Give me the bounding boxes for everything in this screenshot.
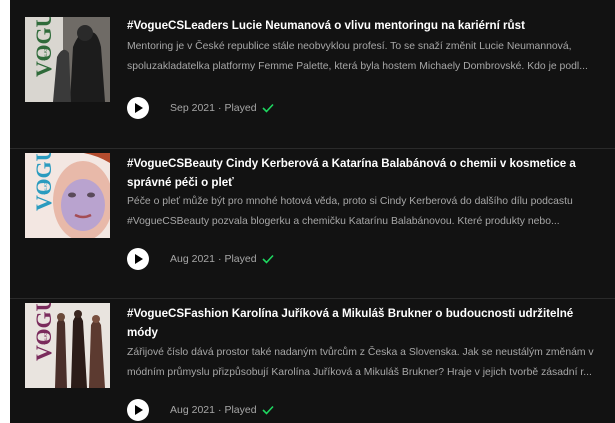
check-icon [262,405,274,415]
episode-cover[interactable]: VOGUE TALKS [25,153,110,238]
episode-title[interactable]: #VogueCSBeauty Cindy Kerberová a Katarín… [127,154,607,192]
episode-description-line: Péče o pleť může být pro mnohé hotová vě… [127,196,573,207]
episode-date: Aug 2021 [170,253,215,265]
episode-date: Aug 2021 [170,404,215,416]
play-button[interactable] [127,248,149,270]
episode-cover[interactable]: VOGUE TALKS [25,303,110,388]
episode-meta: Sep 2021 · Played [127,96,274,120]
meta-separator: · [217,253,222,265]
episode-title[interactable]: #VogueCSLeaders Lucie Neumanová o vlivu … [127,16,607,35]
check-icon [262,254,274,264]
episode-item[interactable]: VOGUE TALKS #VogueCSBeauty Cindy Kerbero… [10,148,615,298]
episode-meta: Aug 2021 · Played [127,398,274,422]
episode-description: Zářijové číslo dává prostor také nadaným… [127,343,602,383]
play-button[interactable] [127,399,149,421]
play-icon [135,405,143,415]
played-status: Played [224,253,257,265]
episode-description-line: Zářijové číslo dává prostor také nadaným… [127,347,594,358]
play-icon [135,254,143,264]
episode-cover[interactable]: VOGUE TALKS [25,17,110,102]
meta-separator: · [217,404,222,416]
cover-image-fashion: VOGUE TALKS [25,303,110,388]
play-icon [135,103,143,113]
episode-item[interactable]: VOGUE TALKS #VogueCSFashion Karolína Juř… [10,298,615,423]
svg-text:TALKS: TALKS [43,47,48,61]
cover-image-beauty: VOGUE TALKS [25,153,110,238]
episode-description-line: spoluzakladatelka platformy Femme Palett… [127,61,588,72]
svg-text:VOGUE: VOGUE [31,17,56,77]
svg-text:TALKS: TALKS [43,331,48,345]
episode-description-line: #VogueCSBeauty pozvala blogerku a chemič… [127,216,560,227]
check-icon [262,103,274,113]
episode-description: Mentoring je v České republice stále neo… [127,37,602,77]
played-status: Played [224,404,257,416]
svg-text:TALKS: TALKS [43,181,48,195]
episode-item[interactable]: VOGUE TALKS #VogueCSLeaders Lucie Neuman… [10,0,615,148]
played-status: Played [224,102,257,114]
episode-title[interactable]: #VogueCSFashion Karolína Juříková a Miku… [127,304,607,342]
meta-separator: · [217,102,222,114]
play-button[interactable] [127,97,149,119]
cover-image-leaders: VOGUE TALKS [25,17,110,102]
episode-date: Sep 2021 [170,102,215,114]
episode-description: Péče o pleť může být pro mnohé hotová vě… [127,192,602,232]
episode-description-line: módním průmyslu přizpůsobují Karolína Ju… [127,367,592,378]
episode-list: VOGUE TALKS #VogueCSLeaders Lucie Neuman… [10,0,615,423]
episode-description-line: Mentoring je v České republice stále neo… [127,41,572,52]
episode-meta: Aug 2021 · Played [127,247,274,271]
